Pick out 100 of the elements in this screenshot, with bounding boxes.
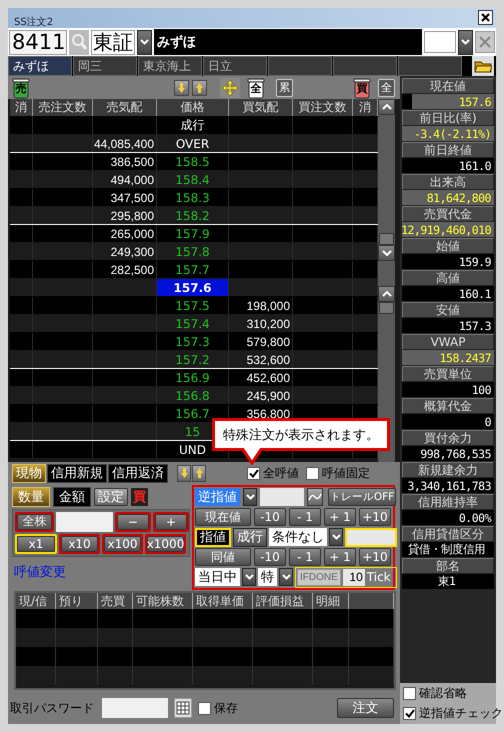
toolbar-button[interactable]: 累 xyxy=(276,78,293,96)
quote-label: 売買代金 xyxy=(402,206,494,222)
market-select[interactable]: 東証 xyxy=(91,30,135,54)
limit-price-field[interactable] xyxy=(345,528,397,547)
password-field[interactable] xyxy=(102,698,168,718)
price-step-button[interactable]: - 1 xyxy=(289,508,321,526)
trade-tab[interactable]: 信用新規 xyxy=(47,464,107,483)
symbol-tab[interactable]: 東京海上 xyxy=(138,56,202,76)
folder-button[interactable] xyxy=(472,56,494,76)
move-icon xyxy=(221,78,239,96)
quote-value: 12,919,460,010 xyxy=(402,222,494,237)
price-step-button[interactable]: -10 xyxy=(254,508,286,526)
price-type-button[interactable]: 成行 xyxy=(233,528,267,547)
price-step-button[interactable]: +10 xyxy=(359,548,391,566)
quantity-field[interactable] xyxy=(56,512,113,532)
quote-value: 0 xyxy=(402,414,494,429)
settings-button[interactable]: 設定 xyxy=(94,488,128,506)
symbol-tab[interactable]: 日立 xyxy=(203,56,267,76)
dropdown-button[interactable] xyxy=(458,30,473,54)
multiplier-button[interactable]: x100 xyxy=(104,536,141,552)
checkbox[interactable] xyxy=(198,702,211,715)
order-button[interactable]: 注文 xyxy=(337,698,394,718)
scroll-up-button[interactable] xyxy=(378,99,395,115)
trail-button[interactable] xyxy=(307,488,323,506)
quote-label: 出来高 xyxy=(402,174,494,190)
mode-tab[interactable]: 金額 xyxy=(53,486,91,507)
price-step-button[interactable]: - 1 xyxy=(289,548,321,566)
multiplier-button[interactable]: x10 xyxy=(61,536,98,552)
quote-label: 信用貸借区分 xyxy=(402,526,494,542)
quote-label: 現在値 xyxy=(402,78,494,94)
toolbar-button[interactable]: 全 xyxy=(378,78,395,96)
keypad-button[interactable] xyxy=(174,698,192,718)
multiplier-button[interactable]: x1 xyxy=(17,536,55,552)
down-arrow-button[interactable] xyxy=(177,464,191,482)
quote-label: 概算代金 xyxy=(402,398,494,414)
quote-value: 998,768,535 xyxy=(402,446,494,461)
checkmark-icon xyxy=(404,709,414,718)
scrollbar[interactable] xyxy=(378,99,395,462)
chevron-up-icon xyxy=(382,291,392,297)
up-arrow-button[interactable] xyxy=(192,80,207,96)
quote-label: 前日比(率) xyxy=(402,110,494,126)
step-button[interactable]: + xyxy=(155,514,187,530)
trail-off-button[interactable]: トレールOFF xyxy=(328,488,396,506)
symbol-tab[interactable]: みずほ xyxy=(8,56,72,76)
dropdown-button[interactable] xyxy=(243,488,257,506)
checkbox-label: 確認省略 xyxy=(419,685,467,702)
quote-label: 部名 xyxy=(402,558,494,574)
quote-value: 161.0 xyxy=(402,158,494,173)
checkbox[interactable] xyxy=(306,466,319,480)
price-step-button[interactable]: +10 xyxy=(359,508,391,526)
down-arrow-button[interactable] xyxy=(174,80,189,96)
quote-label: 買付余力 xyxy=(402,430,494,446)
price-step-button[interactable]: + 1 xyxy=(324,508,356,526)
quote-value: 158.2437 xyxy=(402,350,494,365)
checkbox[interactable] xyxy=(403,687,416,700)
dropdown-button[interactable] xyxy=(329,528,343,546)
step-button[interactable]: − xyxy=(117,514,149,530)
scroll-down-button[interactable] xyxy=(378,245,395,261)
trade-tab[interactable]: 信用返済 xyxy=(108,464,168,483)
quote-value: 東1 xyxy=(402,574,494,589)
wave-icon xyxy=(308,492,322,502)
checkbox[interactable] xyxy=(247,466,260,480)
chevron-down-icon xyxy=(382,250,392,256)
price-step-button[interactable]: -10 xyxy=(254,548,286,566)
checkbox-label: 呼値固定 xyxy=(322,464,370,482)
price-step-button[interactable]: 現在値 xyxy=(195,508,251,526)
scroll-up-button[interactable] xyxy=(378,286,395,302)
dropdown-button[interactable] xyxy=(242,568,256,586)
up-arrow-button[interactable] xyxy=(192,464,206,482)
quote-label: VWAP xyxy=(402,334,494,350)
special-select[interactable]: 特 xyxy=(258,568,277,586)
scroll-thumb[interactable] xyxy=(379,302,394,314)
price-type-button[interactable]: 指値 xyxy=(195,528,231,547)
scroll-thumb[interactable] xyxy=(379,233,394,245)
multiplier-button[interactable]: x1000 xyxy=(147,536,184,552)
password-label: 取引パスワード xyxy=(10,700,94,717)
dropdown-button[interactable] xyxy=(279,568,293,586)
checkbox[interactable] xyxy=(403,707,416,720)
trigger-price-field[interactable] xyxy=(260,488,304,506)
chevron-down-icon xyxy=(140,39,149,45)
quote-value: 81,642,800 xyxy=(402,190,494,205)
move-button[interactable] xyxy=(220,78,240,98)
close-button[interactable] xyxy=(478,10,493,25)
condition-select[interactable]: 条件なし xyxy=(269,528,327,546)
mode-tab[interactable]: 数量 xyxy=(12,486,50,507)
tick-indicator xyxy=(402,94,412,109)
trade-tab[interactable]: 現物 xyxy=(12,464,46,483)
code-field[interactable]: 8411 xyxy=(9,30,67,54)
search-icon xyxy=(71,33,87,51)
price-step-button[interactable]: 同値 xyxy=(195,548,251,566)
checkbox-label: 全呼値 xyxy=(263,464,299,482)
price-cell[interactable]: 157.6 xyxy=(157,279,229,296)
order-type-select[interactable]: 逆指値 xyxy=(195,488,240,506)
close-icon xyxy=(479,36,491,48)
symbol-tab[interactable]: 岡三 xyxy=(73,56,137,76)
chevron-up-icon xyxy=(382,104,392,110)
quote-label: 高値 xyxy=(402,270,494,286)
price-step-button[interactable]: + 1 xyxy=(324,548,356,566)
dropdown-button[interactable] xyxy=(137,30,152,54)
term-select[interactable]: 当日中 xyxy=(195,568,240,586)
